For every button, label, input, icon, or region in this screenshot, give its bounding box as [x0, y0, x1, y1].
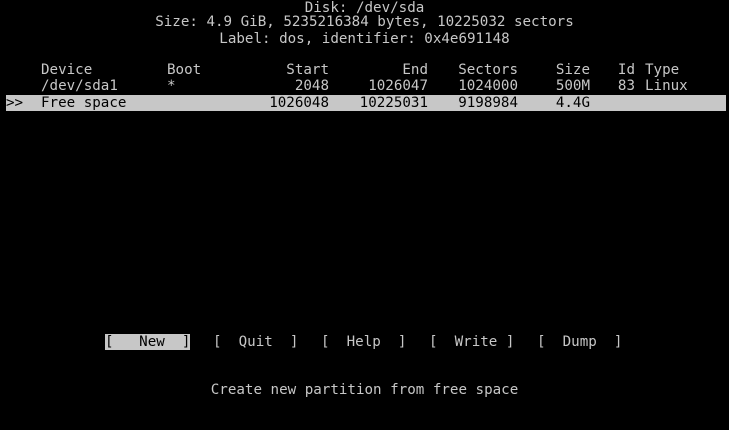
row-id: 83 — [617, 78, 635, 94]
write-button[interactable]: [ Write ] — [429, 334, 514, 350]
column-size: Size — [555, 62, 590, 78]
row-end: 1026047 — [368, 78, 428, 94]
column-type: Type — [645, 62, 680, 78]
disk-label-info: Label: dos, identifier: 0x4e691148 — [219, 31, 510, 47]
row-size: 4.4G — [555, 95, 590, 111]
quit-button[interactable]: [ Quit ] — [213, 334, 298, 350]
row-marker: >> — [6, 95, 24, 111]
column-end: End — [402, 62, 428, 78]
column-device: Device — [41, 62, 93, 78]
action-menu: [ New ] [ Quit ] [ Help ] [ Write ] [ Du… — [0, 334, 729, 350]
status-hint: Create new partition from free space — [210, 382, 519, 398]
help-button[interactable]: [ Help ] — [321, 334, 406, 350]
row-end: 10225031 — [359, 95, 428, 111]
new-button[interactable]: [ New ] — [105, 334, 191, 350]
row-start: 1026048 — [269, 95, 329, 111]
row-size: 500M — [555, 78, 590, 94]
column-id: Id — [617, 62, 635, 78]
partition-row-selected[interactable]: >> Free space 1026048 10225031 9198984 4… — [6, 95, 726, 111]
partition-table-header: Device Boot Start End Sectors Size Id Ty… — [0, 62, 729, 78]
partition-row[interactable]: /dev/sda1 * 2048 1026047 1024000 500M 83… — [0, 78, 729, 94]
row-device: Free space — [41, 95, 127, 111]
row-type: Linux — [645, 78, 688, 94]
row-start: 2048 — [294, 78, 329, 94]
column-start: Start — [286, 62, 329, 78]
column-boot: Boot — [167, 62, 202, 78]
row-boot-flag: * — [167, 78, 176, 94]
dump-button[interactable]: [ Dump ] — [537, 334, 622, 350]
row-device: /dev/sda1 — [41, 78, 118, 94]
disk-size-info: Size: 4.9 GiB, 5235216384 bytes, 1022503… — [155, 14, 574, 30]
